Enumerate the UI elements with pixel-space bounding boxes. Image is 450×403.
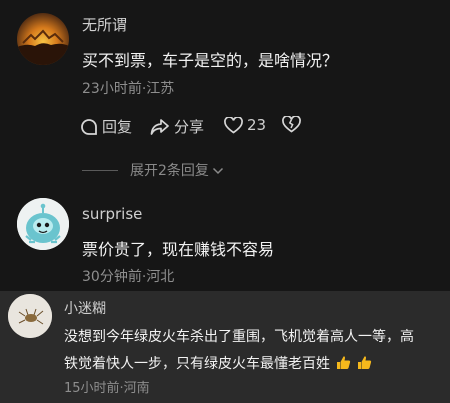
- comment-3-username[interactable]: 小迷糊: [64, 298, 106, 318]
- comment-2-meta: 30分钟前·河北: [82, 269, 175, 285]
- comment-1-text: 买不到票，车子是空的，是啥情况？: [82, 51, 339, 70]
- expand-replies[interactable]: 展开2条回复: [82, 160, 224, 180]
- reply-label: 回复: [102, 118, 133, 136]
- share-label: 分享: [174, 118, 205, 136]
- comment-3-text-line1: 没想到今年绿皮火车杀出了重围，飞机觉着高人一等，高: [64, 329, 414, 345]
- heart-icon: [224, 116, 243, 134]
- avatar-bug[interactable]: [8, 294, 52, 338]
- share-button[interactable]: 分享: [150, 116, 204, 137]
- thumbs-up-emoji: [357, 355, 372, 370]
- comment-3-text-line2: 铁觉着快人一步，只有绿皮火车最懂老百姓: [64, 353, 372, 373]
- comment-1: [0, 0, 450, 192]
- reply-icon: [80, 118, 98, 136]
- chevron-down-icon: [212, 161, 224, 180]
- broken-heart-icon: [282, 116, 301, 133]
- comment-3-text-line2-content: 铁觉着快人一步，只有绿皮火车最懂老百姓: [64, 356, 330, 372]
- comment-2-username[interactable]: surprise: [82, 205, 142, 223]
- share-icon: [150, 118, 170, 136]
- like-button[interactable]: 23: [224, 116, 266, 134]
- like-count: 23: [247, 116, 267, 134]
- comment-2-text: 票价贵了，现在赚钱不容易: [82, 240, 275, 259]
- avatar-robot[interactable]: [17, 198, 69, 250]
- comment-1-meta: 23小时前·江苏: [82, 81, 175, 97]
- expand-divider: [82, 169, 118, 171]
- thumbs-up-emoji: [336, 355, 351, 370]
- avatar-sunset[interactable]: [17, 13, 69, 65]
- dislike-button[interactable]: [282, 116, 301, 133]
- comment-1-username[interactable]: 无所谓: [82, 14, 127, 35]
- expand-replies-label: 展开2条回复: [130, 163, 209, 179]
- reply-button[interactable]: 回复: [80, 116, 132, 137]
- comment-3-meta: 15小时前·河南: [64, 381, 150, 396]
